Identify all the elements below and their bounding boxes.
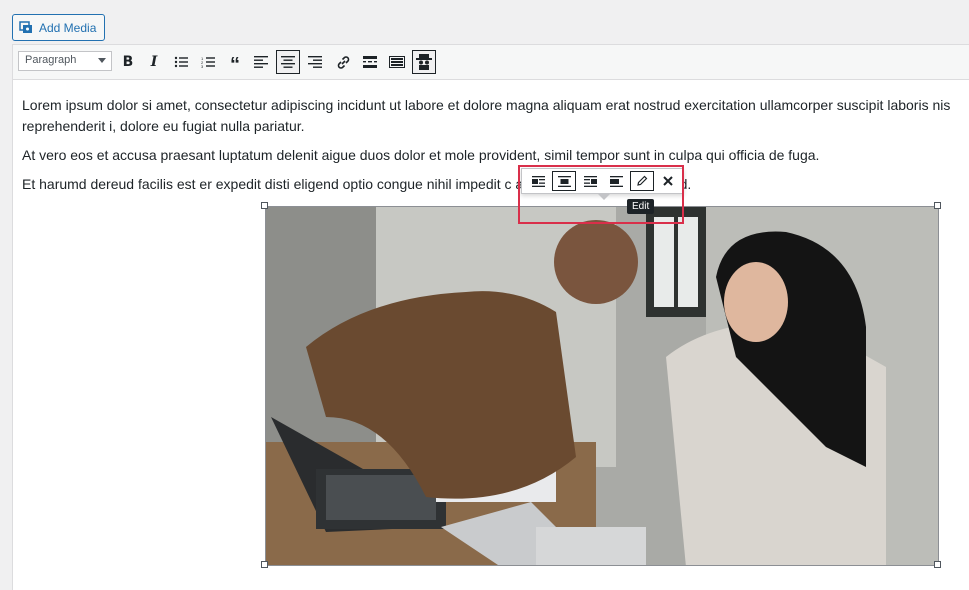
toolbar-pointer [598, 194, 610, 200]
bulleted-list-icon [174, 56, 188, 68]
media-icon [19, 20, 33, 35]
image-toolbar [521, 168, 684, 200]
paragraph-1-line-1: Lorem ipsum dolor si amet, consectetur a… [22, 97, 951, 113]
align-center-button[interactable] [276, 50, 300, 74]
toolbar-toggle-button[interactable] [385, 50, 409, 74]
align-center-icon [281, 56, 295, 68]
image-remove-button[interactable] [656, 171, 680, 191]
resize-handle-bottom-right[interactable] [934, 561, 941, 568]
image-edit-button[interactable] [630, 171, 654, 191]
close-icon [663, 176, 673, 186]
svg-text:3: 3 [201, 64, 204, 68]
format-select[interactable]: Paragraph [18, 51, 112, 71]
resize-handle-top-left[interactable] [261, 202, 268, 209]
resize-handle-bottom-left[interactable] [261, 561, 268, 568]
editor[interactable]: Paragraph B I 123 “ Lorem ipsum dolor si… [12, 44, 969, 590]
align-right-button[interactable] [303, 50, 327, 74]
italic-button[interactable]: I [142, 50, 166, 74]
align-left-button[interactable] [249, 50, 273, 74]
link-button[interactable] [331, 50, 355, 74]
add-media-button[interactable]: Add Media [12, 14, 106, 41]
align-left-icon [254, 56, 268, 68]
paragraph-1-line-2: reprehenderit i, dolore eu fugiat nulla … [22, 118, 305, 134]
image-align-none-button[interactable] [604, 171, 628, 191]
image-align-left-icon [531, 175, 545, 187]
image-align-none-icon [609, 175, 623, 187]
bold-button[interactable]: B [116, 50, 140, 74]
chevron-down-icon [98, 58, 106, 63]
image-align-center-button[interactable] [552, 171, 576, 191]
editor-content[interactable]: Lorem ipsum dolor si amet, consectetur a… [22, 95, 969, 203]
numbered-list-button[interactable]: 123 [196, 50, 220, 74]
keyboard-icon [389, 56, 405, 68]
pencil-icon [637, 175, 648, 186]
align-right-icon [308, 56, 322, 68]
read-more-icon [363, 56, 377, 68]
top-bar: Add Media [0, 0, 969, 44]
image-align-left-button[interactable] [526, 171, 550, 191]
resize-handle-top-right[interactable] [934, 202, 941, 209]
image-align-center-icon [557, 175, 571, 187]
paragraph-3: Et harumd dereud facilis est er expedit … [22, 176, 692, 192]
cleanup-button[interactable] [412, 50, 436, 74]
office-photo [266, 207, 938, 565]
bulleted-list-button[interactable] [169, 50, 193, 74]
selected-image[interactable] [265, 206, 939, 566]
add-media-label: Add Media [39, 20, 97, 35]
image-align-right-button[interactable] [578, 171, 602, 191]
editor-toolbar: Paragraph B I 123 “ [13, 45, 969, 80]
paragraph-2: At vero eos et accusa praesant luptatum … [22, 147, 820, 163]
spy-icon [416, 54, 432, 70]
numbered-list-icon: 123 [201, 56, 215, 68]
format-select-value: Paragraph [25, 54, 77, 66]
read-more-button[interactable] [358, 50, 382, 74]
link-icon [337, 55, 349, 69]
image-align-right-icon [583, 175, 597, 187]
blockquote-button[interactable]: “ [223, 50, 247, 76]
edit-tooltip: Edit [627, 199, 655, 214]
